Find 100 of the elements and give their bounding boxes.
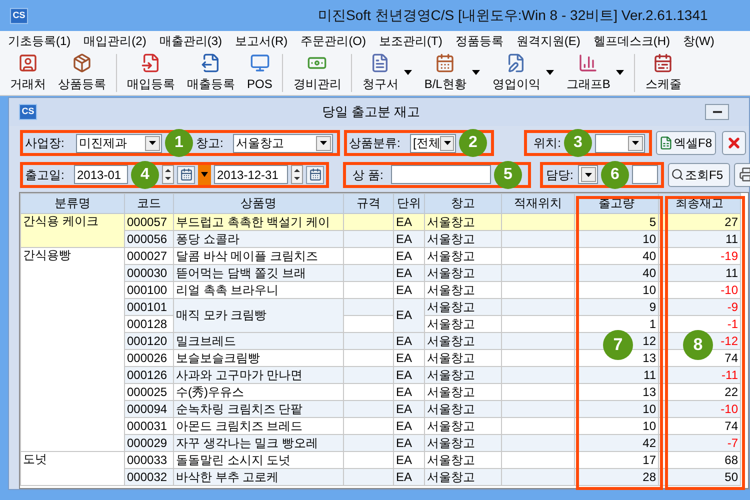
table-cell: 000033	[124, 452, 174, 468]
calendar-button[interactable]	[306, 166, 324, 184]
column-header[interactable]: 적재위치	[502, 194, 574, 214]
column-header[interactable]: 단위	[394, 194, 424, 214]
menu-item[interactable]: 보고서(R)	[235, 32, 288, 50]
toolbar-button[interactable]: 청구서	[356, 52, 404, 92]
column-header[interactable]: 규격	[344, 194, 394, 214]
caret-icon[interactable]	[546, 70, 554, 75]
toolbar-button[interactable]: B/L현황	[418, 52, 472, 92]
table-cell: 서울창고	[424, 298, 502, 316]
close-button[interactable]	[722, 131, 746, 155]
column-header[interactable]: 상품명	[174, 194, 344, 214]
product-field[interactable]	[391, 165, 491, 184]
calendar-button[interactable]	[177, 166, 195, 184]
table-cell: 서울창고	[424, 400, 502, 418]
table-cell: 수(秀)우유스	[174, 384, 344, 400]
excel-button[interactable]: 엑셀F8	[656, 131, 716, 155]
column-header[interactable]: 분류명	[20, 194, 124, 214]
table-cell: 9	[574, 298, 658, 316]
table-cell: 000056	[124, 230, 174, 248]
table-cell: EA	[394, 350, 424, 366]
spreadsheet-icon	[659, 136, 673, 150]
table-cell: 부드럽고 촉촉한 백설기 케이	[174, 214, 344, 230]
table-cell: 서울창고	[424, 350, 502, 366]
menu-item[interactable]: 창(W)	[683, 32, 714, 50]
field-label: 담당:	[545, 166, 574, 184]
table-cell: 42	[574, 434, 658, 452]
spinner[interactable]	[162, 165, 174, 184]
table-cell: 바삭한 부추 고로케	[174, 468, 344, 486]
toolbar-button[interactable]: 상품등록	[52, 52, 112, 92]
menu-item[interactable]: 보조관리(T)	[379, 32, 442, 50]
step-marker: 5	[494, 160, 522, 188]
table-cell: 서울창고	[424, 264, 502, 282]
bar-chart-icon	[578, 52, 598, 72]
field-label: 상품분류:	[349, 135, 402, 152]
date-field[interactable]: 2013-12-31	[214, 165, 288, 184]
caret-icon[interactable]	[404, 70, 412, 75]
field-label: 상 품:	[352, 166, 384, 184]
table-cell: 서울창고	[424, 332, 502, 350]
menu-item[interactable]: 원격지원(E)	[516, 32, 580, 50]
dropdown[interactable]: 서울창고	[233, 134, 333, 152]
menu-item[interactable]: 기초등록(1)	[8, 32, 71, 50]
table-cell: 서울창고	[424, 214, 502, 230]
table-cell: 매직 모카 크림빵	[174, 298, 344, 332]
toolbar-button[interactable]: 경비관리	[287, 52, 348, 92]
table-cell: 밀크브레드	[174, 332, 344, 350]
table-cell: EA	[394, 400, 424, 418]
caret-icon	[632, 141, 639, 145]
caret-icon	[149, 141, 156, 145]
table-cell: 28	[574, 468, 658, 486]
table-cell: EA	[394, 452, 424, 468]
caret-icon[interactable]	[616, 70, 624, 75]
toolbar-button[interactable]: 영업이익	[486, 52, 546, 92]
calendar-icon	[653, 52, 674, 72]
date-field[interactable]: 2013-01	[74, 165, 128, 184]
range-button[interactable]	[198, 164, 211, 184]
dropdown[interactable]	[578, 165, 598, 184]
table-cell: 서울창고	[424, 366, 502, 384]
table-cell: 000027	[124, 248, 174, 264]
toolbar-button[interactable]: 스케줄	[639, 52, 688, 92]
field-label: 위치:	[532, 135, 561, 152]
table-cell: 000026	[124, 350, 174, 366]
dropdown[interactable]: [전체	[410, 134, 456, 152]
table-cell: EA	[394, 384, 424, 400]
table-cell: 40	[574, 248, 658, 264]
toolbar-button[interactable]: 거래처	[4, 52, 52, 92]
dropdown[interactable]: 미진제과	[76, 134, 162, 152]
spinner[interactable]	[291, 165, 303, 184]
menu-item[interactable]: 매입관리(2)	[84, 32, 146, 50]
table-cell: EA	[394, 230, 424, 248]
column-header[interactable]: 창고	[424, 194, 502, 214]
table-cell: 000100	[124, 282, 174, 298]
toolbar-button[interactable]: 그래프B	[560, 52, 616, 92]
manager-field[interactable]	[632, 165, 658, 184]
table-cell: 서울창고	[424, 468, 502, 486]
step-marker: 4	[131, 160, 159, 188]
table-cell: 10	[574, 400, 658, 418]
step-marker: 2	[459, 129, 487, 157]
monitor-icon	[250, 52, 270, 72]
table-cell: 000031	[124, 418, 174, 434]
toolbar-button[interactable]: 매입등록	[121, 52, 181, 92]
table-cell: EA	[394, 248, 424, 264]
calendar-icon	[435, 52, 456, 72]
caret-icon[interactable]	[472, 70, 480, 75]
table-cell: EA	[394, 298, 424, 332]
menu-item[interactable]: 주문관리(O)	[300, 32, 366, 50]
menu-item[interactable]: 매출관리(3)	[159, 32, 222, 50]
table-cell: 000120	[124, 332, 174, 350]
table-cell: EA	[394, 264, 424, 282]
menu-item[interactable]: 정품등록	[455, 32, 504, 50]
table-cell: 사과와 고구마가 만나면	[174, 366, 344, 384]
menu-item[interactable]: 헬프데스크(H)	[593, 32, 670, 50]
column-header[interactable]: 코드	[124, 194, 174, 214]
table-cell: 뜯어먹는 담백 쫄깃 브래	[174, 264, 344, 282]
printer-icon	[738, 167, 750, 182]
step-marker: 3	[564, 129, 592, 157]
search-button[interactable]: 조회F5	[668, 162, 730, 186]
toolbar-button[interactable]: POS	[241, 52, 278, 92]
minimize-button[interactable]	[705, 104, 729, 120]
toolbar-button[interactable]: 매출등록	[181, 52, 241, 92]
